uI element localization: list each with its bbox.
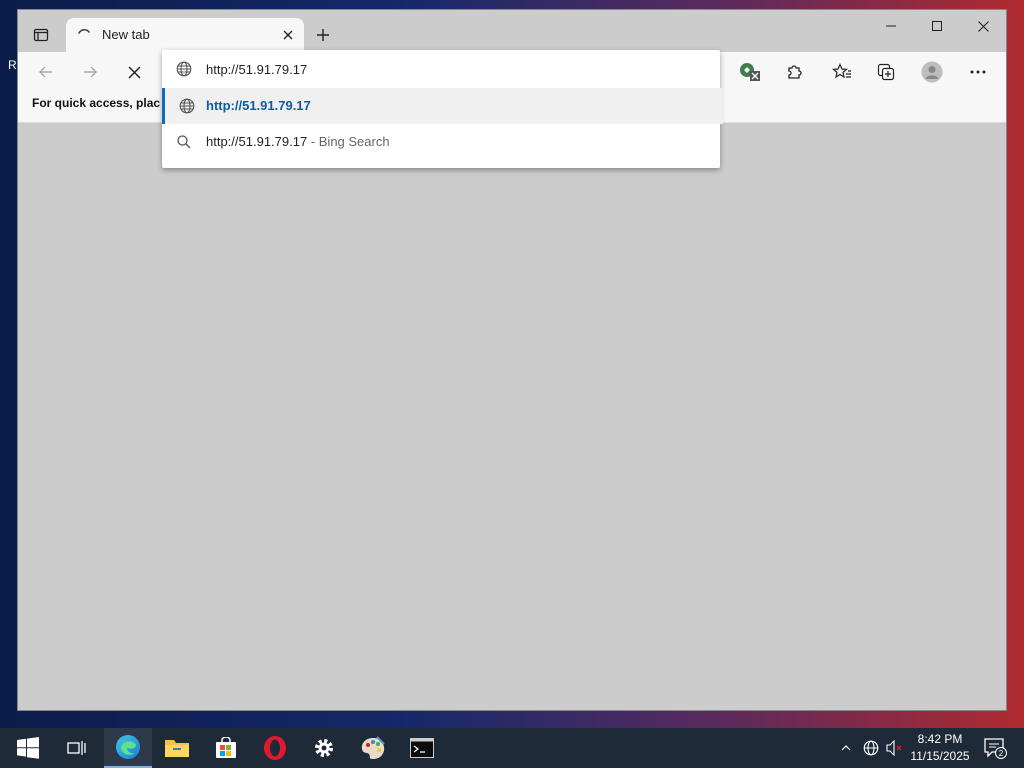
tab-close-button[interactable] — [278, 25, 298, 45]
close-window-button[interactable] — [960, 10, 1006, 42]
terminal-icon — [410, 738, 434, 758]
taskbar-file-explorer[interactable] — [153, 728, 201, 768]
network-button[interactable] — [860, 728, 882, 768]
notification-icon: 2 — [984, 738, 1007, 759]
back-button[interactable] — [30, 56, 62, 88]
suggestion-search-text: http://51.91.79.17 - Bing Search — [206, 134, 390, 149]
edge-icon — [116, 735, 140, 759]
maximize-icon — [932, 21, 942, 31]
close-icon — [127, 65, 141, 79]
taskbar-paint[interactable] — [349, 728, 397, 768]
minimize-button[interactable] — [868, 10, 914, 42]
volume-button[interactable] — [884, 728, 906, 768]
opera-icon — [264, 736, 286, 760]
favorites-bar-message: For quick access, place y — [32, 96, 160, 110]
clock-date: 11/15/2025 — [910, 749, 970, 763]
tab-actions-icon — [33, 28, 49, 42]
minimize-icon — [886, 25, 896, 27]
tab-new-tab[interactable]: New tab — [66, 18, 304, 52]
maximize-button[interactable] — [914, 10, 960, 42]
plus-icon — [317, 29, 329, 41]
close-icon — [283, 30, 293, 40]
avatar-icon — [921, 61, 943, 83]
task-view-button[interactable] — [53, 728, 101, 768]
extensions-button[interactable] — [778, 56, 810, 88]
loading-spinner-icon — [78, 28, 90, 34]
favorites-button[interactable] — [826, 56, 858, 88]
tab-actions-button[interactable] — [26, 20, 56, 50]
address-bar-dropdown: http://51.91.79.17 http://51.91.79.17 - … — [162, 50, 723, 168]
folder-icon — [165, 740, 189, 757]
store-icon — [216, 737, 236, 758]
task-view-icon — [67, 741, 86, 755]
suggestion-search-query: http://51.91.79.17 — [206, 134, 308, 149]
forward-button[interactable] — [74, 56, 106, 88]
action-center-button[interactable]: 2 — [980, 728, 1010, 768]
tab-title: New tab — [102, 27, 150, 42]
collections-button[interactable] — [870, 56, 902, 88]
page-content — [18, 123, 1006, 710]
address-bar — [162, 50, 720, 88]
puzzle-icon — [788, 65, 802, 79]
windows-logo-icon — [17, 737, 39, 759]
profile-button[interactable] — [916, 56, 948, 88]
extension-error-icon — [740, 63, 760, 81]
arrow-left-icon — [39, 66, 52, 78]
close-icon — [977, 20, 989, 32]
suggestion-search-suffix: - Bing Search — [307, 134, 390, 149]
collections-icon — [877, 63, 895, 81]
title-bar: New tab — [18, 10, 1006, 52]
suggestion-url-text: http://51.91.79.17 — [206, 98, 311, 113]
extension-status-button[interactable] — [734, 56, 766, 88]
search-icon — [177, 135, 191, 149]
globe-icon — [179, 98, 195, 114]
clock-time: 8:42 PM — [917, 732, 963, 746]
new-tab-button[interactable] — [310, 22, 336, 48]
taskbar-store[interactable] — [202, 728, 250, 768]
taskbar-terminal[interactable] — [398, 728, 446, 768]
gear-icon — [315, 739, 333, 757]
show-hidden-icons-button[interactable] — [836, 728, 856, 768]
suggestion-search[interactable]: http://51.91.79.17 - Bing Search — [162, 124, 720, 160]
taskbar-opera[interactable] — [251, 728, 299, 768]
volume-muted-icon — [886, 740, 902, 756]
more-horizontal-icon — [970, 70, 986, 74]
arrow-right-icon — [84, 66, 97, 78]
settings-more-button[interactable] — [962, 56, 994, 88]
favorites-star-icon — [832, 63, 851, 79]
globe-icon — [176, 61, 192, 77]
suggestion-url[interactable]: http://51.91.79.17 — [162, 88, 723, 124]
stop-loading-button[interactable] — [118, 56, 150, 88]
chevron-up-icon — [841, 745, 851, 751]
taskbar-edge[interactable] — [104, 728, 152, 768]
notification-count: 2 — [999, 749, 1004, 758]
paint-palette-icon — [361, 736, 385, 759]
address-input[interactable] — [206, 58, 686, 80]
taskbar-settings[interactable] — [300, 728, 348, 768]
desktop-icon-fragment: R — [8, 58, 17, 72]
scrollbar[interactable] — [998, 95, 1006, 575]
taskbar: 8:42 PM 11/15/2025 2 — [0, 728, 1024, 768]
clock[interactable]: 8:42 PM 11/15/2025 — [904, 731, 976, 765]
globe-icon — [863, 740, 879, 756]
start-button[interactable] — [4, 728, 52, 768]
